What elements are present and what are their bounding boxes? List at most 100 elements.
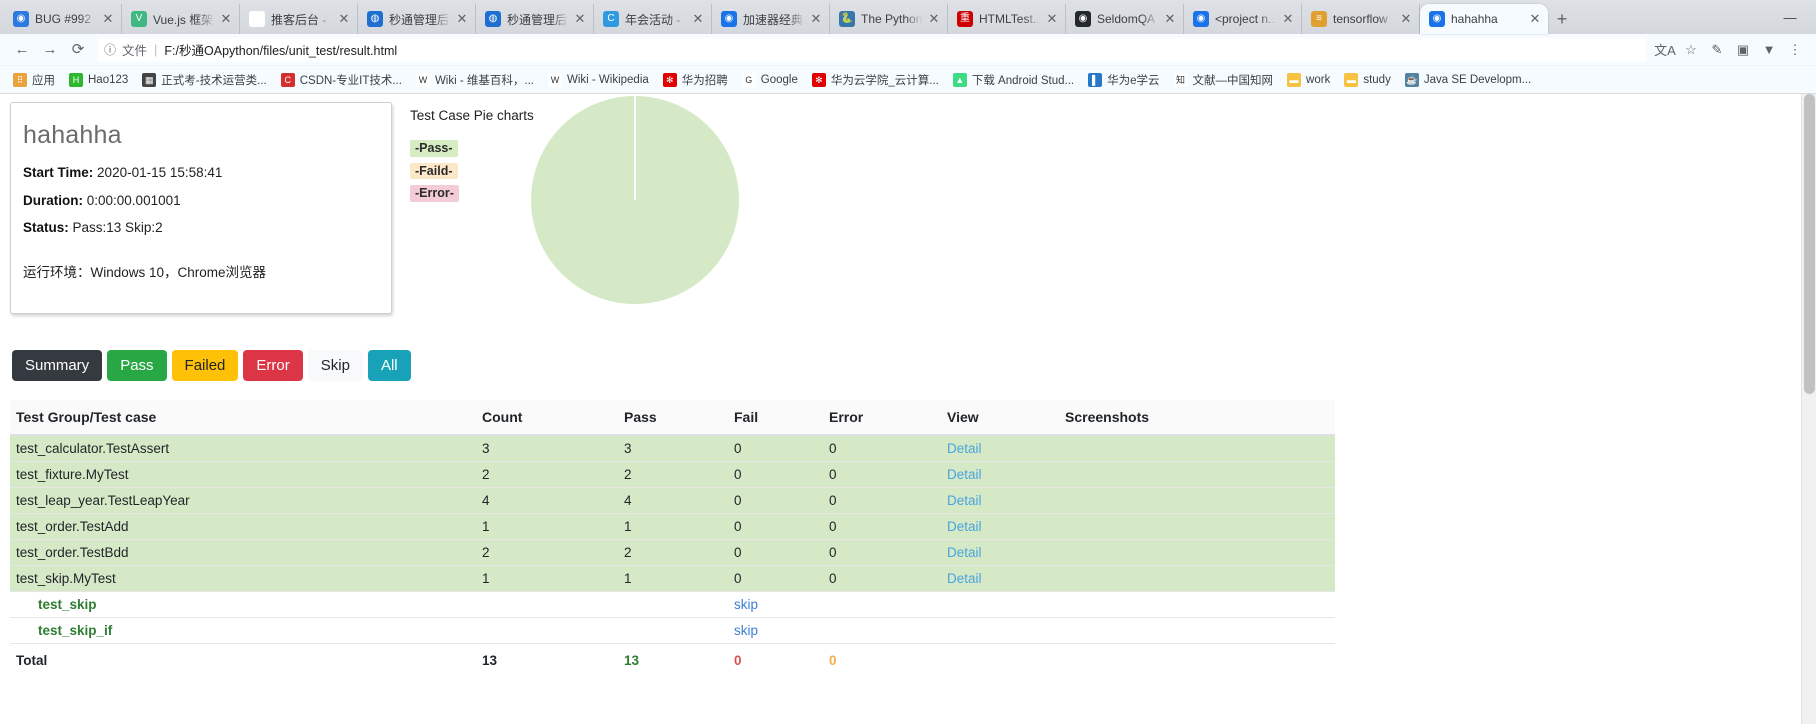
close-icon[interactable]: ✕ (101, 11, 115, 27)
detail-link[interactable]: Detail (947, 545, 982, 560)
url-text: F:/秒通OApython/files/unit_test/result.htm… (164, 44, 398, 58)
browser-tab[interactable]: ◉ BUG #992 ✕ (4, 4, 122, 34)
star-icon[interactable]: ☆ (1678, 42, 1704, 58)
detail-link[interactable]: Detail (947, 493, 982, 508)
extension-icon[interactable]: ✎ (1704, 42, 1730, 58)
environment-line: 运行环境：Windows 10，Chrome浏览器 (23, 264, 267, 280)
detail-link[interactable]: Detail (947, 441, 982, 456)
row-count: 2 (476, 461, 618, 488)
close-icon[interactable]: ✕ (455, 11, 469, 27)
tab-title: 秒通管理后... (389, 12, 451, 27)
filter-button-error[interactable]: Error (243, 350, 303, 382)
table-total-row: Total 13 13 0 0 (10, 643, 1335, 678)
pie-slice-divider (634, 96, 636, 200)
row-test-name: test_leap_year.TestLeapYear (10, 487, 476, 514)
bookmark-item[interactable]: G Google (735, 69, 805, 91)
close-icon[interactable]: ✕ (1399, 11, 1413, 27)
bookmark-item[interactable]: ▬ work (1280, 69, 1337, 91)
csdn-icon: C (280, 72, 295, 87)
bookmark-item[interactable]: ▲ 下载 Android Stud... (946, 69, 1081, 91)
bookmark-item[interactable]: ▌ 华为e学云 (1081, 69, 1166, 91)
menu-icon[interactable]: ⋮ (1782, 42, 1808, 58)
browser-tab[interactable]: ◍ 秒通管理后... ✕ (358, 4, 476, 34)
results-table: Test Group/Test case Count Pass Fail Err… (10, 400, 1335, 678)
filter-button-summary[interactable]: Summary (12, 350, 103, 382)
profile-icon[interactable]: ▼ (1756, 42, 1782, 57)
close-icon[interactable]: ✕ (573, 11, 587, 27)
browser-tab[interactable]: ◉ 加速器经典... ✕ (712, 4, 830, 34)
detail-link[interactable]: Detail (947, 467, 982, 482)
close-icon[interactable]: ✕ (1528, 11, 1542, 27)
translate-icon[interactable]: 文A (1652, 40, 1678, 59)
new-tab-button[interactable]: + (1548, 6, 1576, 34)
browser-tab[interactable]: C 年会活动 - ✕ (594, 4, 712, 34)
bookmark-item[interactable]: H Hao123 (62, 69, 135, 91)
forward-icon[interactable]: → (36, 37, 64, 63)
minimize-button[interactable]: — (1768, 10, 1812, 25)
table-row: test_skip skip (10, 591, 1335, 618)
browser-tab[interactable]: 🐍 The Python ✕ (830, 4, 948, 34)
bookmark-item[interactable]: ▦ 正式考-技术运营类... (135, 69, 273, 91)
bookmark-item[interactable]: ☕ Java SE Developm... (1398, 69, 1538, 91)
row-view: Detail (941, 565, 1059, 592)
table-row: test_skip.MyTest 1 1 0 0 Detail (10, 565, 1335, 592)
detail-link[interactable]: Detail (947, 571, 982, 586)
row-screenshots (1059, 434, 1335, 462)
bookmark-item[interactable]: 知文献—中国知网 (1167, 69, 1281, 91)
page-info-icon[interactable]: ⓘ (104, 41, 116, 58)
row-view: Detail (941, 539, 1059, 566)
scrollbar-thumb[interactable] (1804, 94, 1815, 394)
bookmark-item[interactable]: ✻ 华为招聘 (656, 69, 735, 91)
browser-tab[interactable]: 重 HTMLTest... ✕ (948, 4, 1066, 34)
wikipedia-icon: W (415, 72, 430, 87)
window-controls: — (1768, 0, 1816, 34)
col-pass: Pass (618, 400, 728, 437)
close-icon[interactable]: ✕ (1163, 11, 1177, 27)
bookmark-item[interactable]: W Wiki - Wikipedia (541, 69, 656, 91)
filter-button-failed[interactable]: Failed (171, 350, 239, 382)
close-icon[interactable]: ✕ (337, 11, 351, 27)
tab-title: 推客后台 - (271, 12, 327, 27)
close-icon[interactable]: ✕ (219, 11, 233, 27)
chat-icon: C (603, 11, 619, 27)
browser-tab[interactable]: ≡ tensorflow ✕ (1302, 4, 1420, 34)
browser-tab[interactable]: ◍ 秒通管理后... ✕ (476, 4, 594, 34)
row-screenshots (1059, 461, 1335, 488)
address-bar[interactable]: ⓘ 文件 | F:/秒通OApython/files/unit_test/res… (98, 37, 1646, 62)
row-count (476, 591, 618, 618)
close-icon[interactable]: ✕ (927, 11, 941, 27)
reload-icon[interactable]: ⟳ (64, 37, 92, 63)
cast-icon[interactable]: ▣ (1730, 42, 1756, 58)
bookmark-item[interactable]: ⠿ 应用 (6, 69, 62, 91)
detail-link[interactable]: Detail (947, 519, 982, 534)
browser-tab[interactable]: ◉ hahahha ✕ (1420, 4, 1548, 34)
table-row: test_leap_year.TestLeapYear 4 4 0 0 Detail (10, 487, 1335, 514)
browser-tab[interactable]: ◉ SeldomQA ✕ (1066, 4, 1184, 34)
bookmark-item[interactable]: C CSDN-专业IT技术... (274, 69, 409, 91)
close-icon[interactable]: ✕ (809, 11, 823, 27)
start-time-label: Start Time: (23, 165, 94, 180)
globe-icon: ◉ (13, 11, 29, 27)
close-icon[interactable]: ✕ (1281, 11, 1295, 27)
bookmark-item[interactable]: ▬ study (1337, 69, 1398, 91)
apps-grid-icon: ⠿ (13, 72, 27, 87)
row-count: 4 (476, 487, 618, 514)
filter-button-skip[interactable]: Skip (307, 350, 363, 382)
browser-tab[interactable]: V Vue.js 框架 ✕ (122, 4, 240, 34)
row-pass: 3 (618, 434, 728, 462)
back-icon[interactable]: ← (8, 37, 36, 63)
col-count: Count (476, 400, 618, 437)
col-error: Error (823, 400, 941, 437)
vertical-scrollbar[interactable] (1801, 94, 1816, 724)
close-icon[interactable]: ✕ (691, 11, 705, 27)
tab-title: <project n... (1215, 12, 1277, 26)
page-icon: ▦ (142, 72, 157, 87)
filter-button-pass[interactable]: Pass (107, 350, 167, 382)
filter-button-all[interactable]: All (367, 350, 411, 382)
browser-tab[interactable]: ◉ <project n... ✕ (1184, 4, 1302, 34)
toolbar-icons: 文A ☆ ✎ ▣ ▼ ⋮ (1652, 40, 1808, 59)
bookmark-item[interactable]: W Wiki - 维基百科，... (409, 69, 541, 91)
browser-tab[interactable]: ♗ 推客后台 - ✕ (240, 4, 358, 34)
close-icon[interactable]: ✕ (1045, 11, 1059, 27)
bookmark-item[interactable]: ✻ 华为云学院_云计算... (805, 69, 946, 91)
